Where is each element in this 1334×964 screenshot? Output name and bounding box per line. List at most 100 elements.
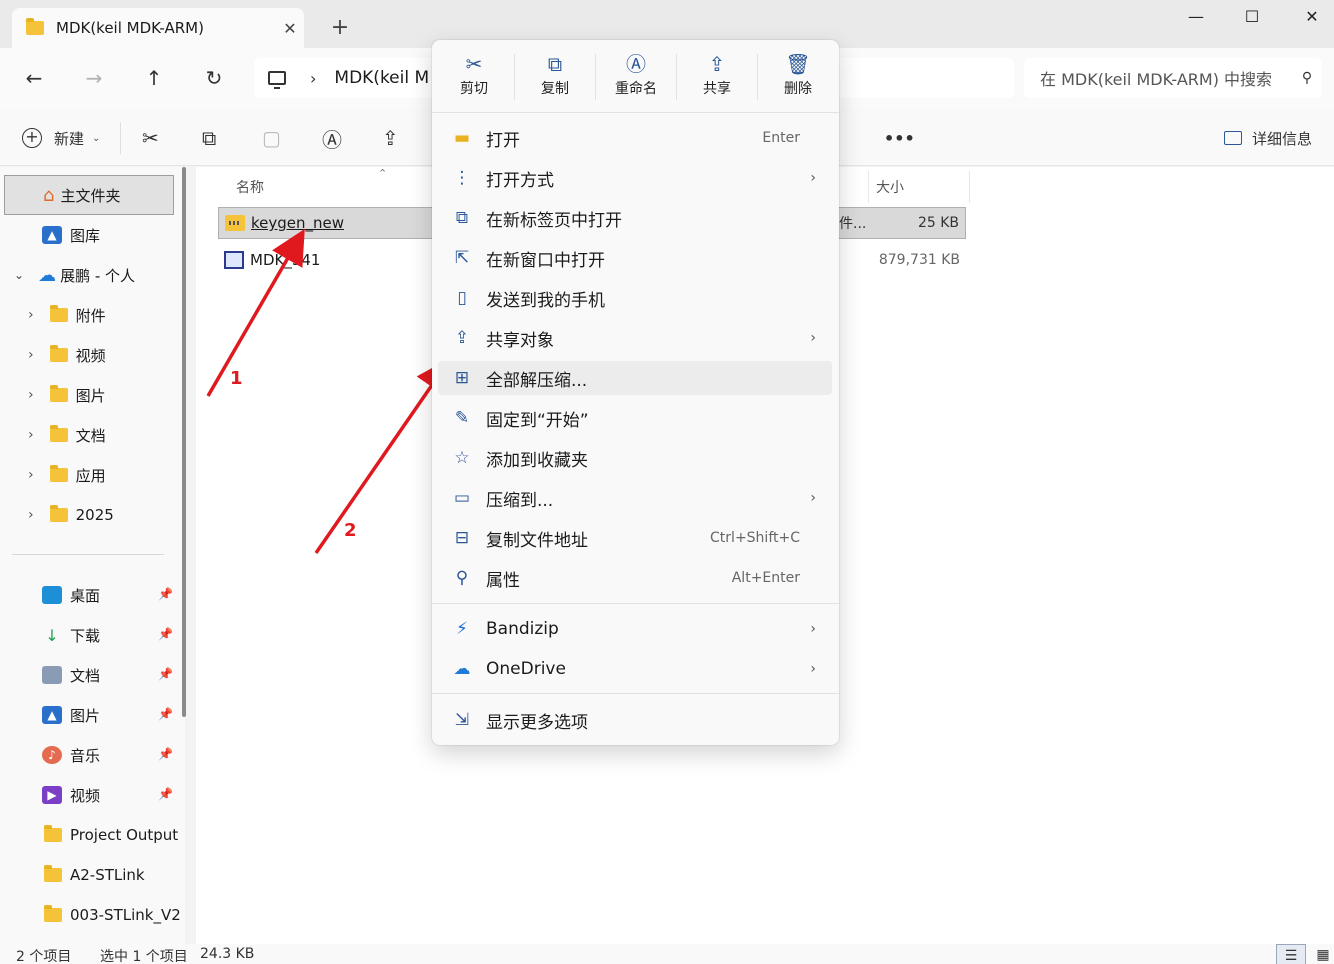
menu-item-pin-to-start[interactable]: ✎ 固定到“开始” xyxy=(438,401,832,435)
folder-icon xyxy=(49,425,68,442)
sidebar-item-pictures[interactable]: ▲ 图片 xyxy=(42,695,100,735)
tiles-view-button[interactable]: ▦ xyxy=(1308,944,1334,964)
up-button[interactable]: ↑ xyxy=(138,62,170,94)
rename-button[interactable]: Ⓐ xyxy=(322,124,342,152)
folder-icon xyxy=(49,345,68,362)
selected-size: 24.3 KB xyxy=(200,946,255,962)
sidebar-item-label: 主文件夹 xyxy=(60,186,121,205)
bandizip-icon: ⚡ xyxy=(456,619,468,639)
cut-button[interactable]: ✂ xyxy=(142,124,159,152)
menu-item-open-new-tab[interactable]: ⧉ 在新标签页中打开 xyxy=(438,201,832,235)
sidebar-item-label: 应用 xyxy=(75,466,106,485)
quick-action-cut[interactable]: ✂ 剪切 xyxy=(435,50,513,106)
quick-action-label: 剪切 xyxy=(460,81,488,97)
paste-button[interactable]: ▢ xyxy=(262,124,281,152)
sidebar-item-folder[interactable]: › 应用 xyxy=(28,455,106,495)
sidebar-item-folder[interactable]: › 附件 xyxy=(28,295,106,335)
sidebar-item-label: 附件 xyxy=(75,306,106,325)
chevron-right-icon[interactable]: › xyxy=(310,69,316,88)
share-button[interactable]: ⇪ xyxy=(382,124,399,152)
pin-icon[interactable]: 📌 xyxy=(158,587,173,601)
sidebar-item-label: 图片 xyxy=(70,706,101,725)
chevron-right-icon[interactable]: › xyxy=(28,307,34,323)
chevron-right-icon[interactable]: › xyxy=(28,387,34,403)
pin-icon[interactable]: 📌 xyxy=(158,627,173,641)
file-name: MDK_541 xyxy=(250,251,321,269)
column-header-size[interactable]: 大小 xyxy=(876,173,904,203)
details-view-button[interactable]: ☰ xyxy=(1276,944,1306,964)
sidebar-item-a2-stlink[interactable]: A2-STLink xyxy=(44,855,145,895)
pin-icon[interactable]: 📌 xyxy=(158,667,173,681)
pin-icon[interactable]: 📌 xyxy=(158,707,173,721)
maximize-button[interactable]: ☐ xyxy=(1222,0,1282,34)
sidebar-item-folder[interactable]: › 视频 xyxy=(28,335,106,375)
sidebar-item-label: 2025 xyxy=(75,506,114,524)
star-icon: ☆ xyxy=(454,448,470,468)
menu-item-onedrive[interactable]: ☁ OneDrive › xyxy=(438,652,832,686)
menu-item-open-new-window[interactable]: ⇱ 在新窗口中打开 xyxy=(438,241,832,275)
menu-item-bandizip[interactable]: ⚡ Bandizip › xyxy=(438,612,832,646)
pin-icon[interactable]: 📌 xyxy=(158,787,173,801)
sidebar-item-label: 下载 xyxy=(70,626,101,645)
back-button[interactable]: ← xyxy=(18,62,50,94)
chevron-right-icon[interactable]: › xyxy=(28,507,34,523)
new-tab-button[interactable]: + xyxy=(326,14,354,42)
menu-item-label: 打开方式 xyxy=(486,170,554,191)
minimize-button[interactable]: — xyxy=(1166,0,1226,34)
menu-item-open[interactable]: ▬ 打开 Enter xyxy=(438,121,832,155)
navigation-pane: ⌂ 主文件夹 ▲ 图库 ⌄ ☁ 展鹏 - 个人 › 附件 › 视频 › 图片 ›… xyxy=(0,167,186,944)
chevron-right-icon[interactable]: › xyxy=(28,467,34,483)
sidebar-item-folder[interactable]: › 图片 xyxy=(28,375,106,415)
sidebar-item-onedrive[interactable]: ⌄ ☁ 展鹏 - 个人 xyxy=(14,255,135,295)
menu-item-label: 在新标签页中打开 xyxy=(486,210,622,231)
menu-item-copy-path[interactable]: ⊟ 复制文件地址 Ctrl+Shift+C xyxy=(438,521,832,555)
sidebar-item-project-output[interactable]: Project Output xyxy=(44,815,182,855)
forward-button[interactable]: → xyxy=(78,62,110,94)
refresh-button[interactable]: ↻ xyxy=(198,62,230,94)
more-options-button[interactable]: ••• xyxy=(884,124,915,152)
tab-mdk[interactable]: MDK(keil MDK-ARM) ✕ xyxy=(12,8,304,48)
details-button[interactable]: 详细信息 xyxy=(1224,124,1312,152)
menu-item-open-with[interactable]: ⋮ 打开方式 › xyxy=(438,161,832,195)
column-divider[interactable] xyxy=(969,171,970,203)
chevron-right-icon[interactable]: › xyxy=(28,427,34,443)
sidebar-item-desktop[interactable]: 桌面 xyxy=(42,575,100,615)
menu-item-send-to-phone[interactable]: ▯ 发送到我的手机 xyxy=(438,281,832,315)
sidebar-item-home[interactable]: ⌂ 主文件夹 xyxy=(4,175,174,215)
sidebar-item-music[interactable]: ♪ 音乐 xyxy=(42,735,100,775)
sidebar-item-stlink-v2[interactable]: 003-STLink_V2 xyxy=(44,895,182,935)
menu-item-label: 全部解压缩... xyxy=(486,370,588,391)
menu-item-show-more[interactable]: ⇲ 显示更多选项 xyxy=(438,703,832,737)
chevron-right-icon[interactable]: › xyxy=(28,347,34,363)
search-input[interactable]: 在 MDK(keil MDK-ARM) 中搜索 ⚲ xyxy=(1024,58,1322,98)
divider xyxy=(514,54,515,100)
quick-action-copy[interactable]: ⧉ 复制 xyxy=(516,50,594,106)
sidebar-item-gallery[interactable]: ▲ 图库 xyxy=(42,215,100,255)
copy-button[interactable]: ⧉ xyxy=(202,124,216,152)
menu-item-compress-to[interactable]: ▭ 压缩到... › xyxy=(438,481,832,515)
divider xyxy=(595,54,596,100)
sidebar-item-documents[interactable]: 文档 xyxy=(42,655,100,695)
sidebar-item-folder[interactable]: › 2025 xyxy=(28,495,114,535)
new-button[interactable]: + 新建 ⌄ xyxy=(22,124,100,152)
quick-action-rename[interactable]: Ⓐ 重命名 xyxy=(597,50,675,106)
sidebar-scrollbar[interactable] xyxy=(182,167,186,717)
address-path[interactable]: MDK(keil M xyxy=(334,68,429,88)
sidebar-item-folder[interactable]: › 文档 xyxy=(28,415,106,455)
menu-item-properties[interactable]: ⚲ 属性 Alt+Enter xyxy=(438,561,832,595)
sidebar-item-downloads[interactable]: ↓ 下载 xyxy=(42,615,100,655)
column-header-name[interactable]: 名称 xyxy=(236,173,264,203)
column-divider[interactable] xyxy=(868,171,869,203)
quick-action-share[interactable]: ⇪ 共享 xyxy=(678,50,756,106)
file-size: 879,731 KB xyxy=(878,252,960,268)
sidebar-item-videos[interactable]: ▶ 视频 xyxy=(42,775,100,815)
tab-close-icon[interactable]: ✕ xyxy=(276,19,304,38)
close-window-button[interactable]: ✕ xyxy=(1282,0,1334,34)
pin-icon[interactable]: 📌 xyxy=(158,747,173,761)
quick-action-delete[interactable]: 🗑 删除 xyxy=(759,50,837,106)
menu-item-share-with[interactable]: ⇪ 共享对象 › xyxy=(438,321,832,355)
video-icon: ▶ xyxy=(42,786,62,804)
menu-item-add-favorites[interactable]: ☆ 添加到收藏夹 xyxy=(438,441,832,475)
chevron-down-icon[interactable]: ⌄ xyxy=(14,268,24,282)
menu-item-extract-all[interactable]: ⊞ 全部解压缩... xyxy=(438,361,832,395)
